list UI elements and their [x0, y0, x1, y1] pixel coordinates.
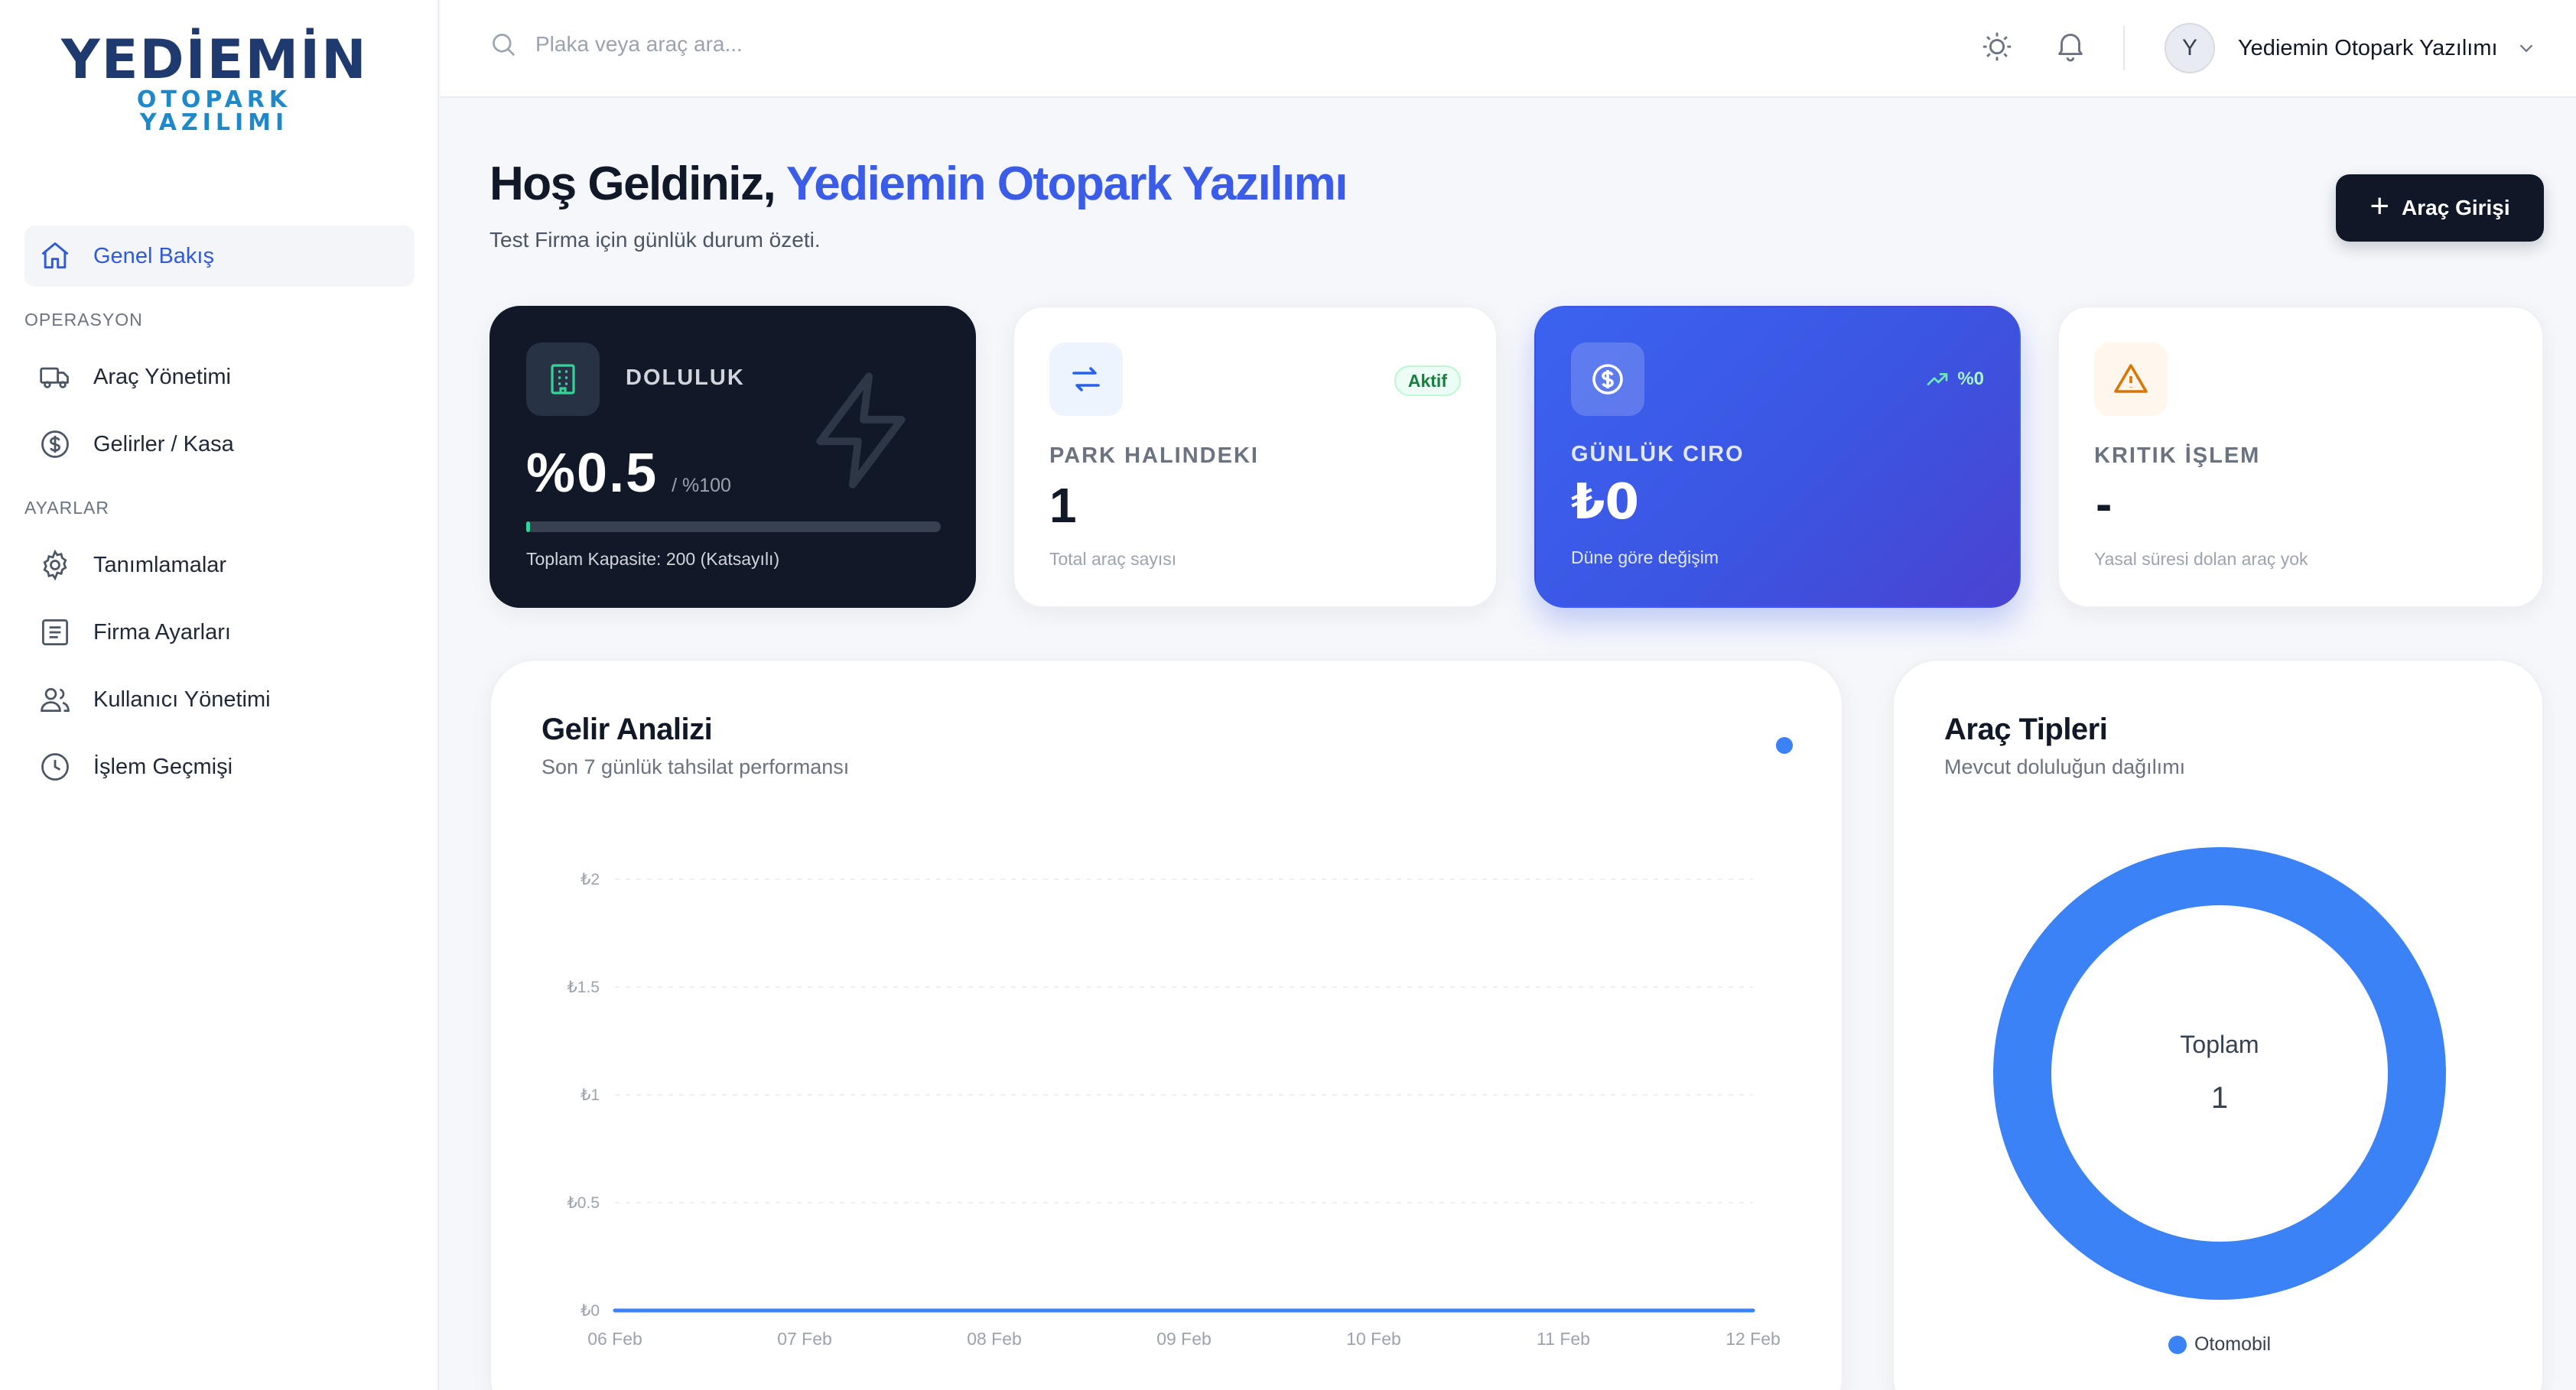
revenue-analysis-panel: Gelir Analizi Son 7 günlük tahsilat perf…: [490, 659, 1843, 1390]
parked-note: Total araç sayısı: [1049, 549, 1177, 569]
warning-icon: [2094, 343, 2168, 416]
brand-logo-sub: OTOPARK YAZILIMI: [136, 86, 292, 136]
search-icon: [493, 34, 516, 57]
occupancy-value: %0.5/ %100: [526, 443, 731, 504]
sidebar-item-genel-bakis[interactable]: Genel Bakış: [24, 226, 415, 287]
search-input[interactable]: [535, 32, 1147, 57]
welcome-section: Hoş Geldiniz, Yediemin Otopark Yazılımı …: [490, 157, 1348, 252]
critical-note: Yasal süresi dolan araç yok: [2094, 549, 2308, 569]
y-tick-label: ₺1.5: [567, 979, 600, 996]
x-tick-label: 11 Feb: [1537, 1329, 1590, 1349]
sidebar-item-label: Firma Ayarları: [93, 619, 231, 645]
user-menu[interactable]: Y Yediemin Otopark Yazılımı: [2165, 23, 2538, 73]
x-tick-label: 09 Feb: [1156, 1329, 1212, 1349]
revenue-note: Düne göre değişim: [1571, 547, 1719, 567]
donut-slice[interactable]: [1993, 847, 2446, 1300]
building-icon: [526, 343, 600, 416]
trend-up-icon: [1927, 373, 1948, 385]
chevron-down-icon: [2519, 44, 2532, 53]
critical-label: KRITIK İŞLEM: [2094, 443, 2261, 468]
sidebar-item-label: Araç Yönetimi: [93, 364, 231, 389]
sidebar-item-label: Kullanıcı Yönetimi: [93, 687, 271, 712]
avatar: Y: [2165, 23, 2215, 73]
y-tick-label: ₺2: [580, 871, 600, 888]
sidebar: YEDİEMİN OTOPARK YAZILIMI Genel Bakış OP…: [0, 0, 439, 1390]
sidebar-item-kullanici-yonetimi[interactable]: Kullanıcı Yönetimi: [24, 669, 415, 730]
dollar-circle-icon: [38, 427, 72, 461]
parked-label: PARK HALINDEKI: [1049, 443, 1259, 468]
critical-card: KRITIK İŞLEM - Yasal süresi dolan araç y…: [2057, 306, 2544, 608]
parked-card: Aktif PARK HALINDEKI 1 Total araç sayısı: [1013, 306, 1498, 608]
legend-label: Otomobil: [2194, 1333, 2272, 1355]
page-subtitle: Test Firma için günlük durum özeti.: [490, 228, 821, 252]
section-title-operasyon: OPERASYON: [24, 310, 143, 330]
donut-center-value: 1: [2210, 1081, 2229, 1115]
vehicle-types-panel: Araç Tipleri Mevcut doluluğun dağılımı T…: [1892, 659, 2544, 1390]
search-bar[interactable]: [488, 29, 1176, 60]
page-title: Hoş Geldiniz, Yediemin Otopark Yazılımı: [490, 157, 1348, 211]
brand-logo[interactable]: YEDİEMİN OTOPARK YAZILIMI: [61, 28, 368, 135]
revenue-change-value: %0: [1957, 369, 1984, 389]
lightning-icon: [816, 372, 906, 489]
home-icon: [38, 239, 72, 273]
sidebar-nav: Genel Bakış OPERASYON Araç Yönetimi Geli…: [24, 226, 415, 804]
legend-item[interactable]: Otomobil: [2168, 1333, 2271, 1356]
occupancy-card: DOLULUK %0.5/ %100 Toplam Kapasite: 200 …: [490, 306, 976, 608]
revenue-change: %0: [1925, 367, 1984, 391]
sidebar-item-label: İşlem Geçmişi: [93, 754, 233, 779]
donut-legend: Otomobil: [1894, 1333, 2545, 1356]
occupancy-progress-fill: [526, 521, 530, 532]
occupancy-progress-track: [526, 521, 941, 532]
truck-icon: [38, 360, 72, 394]
occupancy-label: DOLULUK: [626, 365, 745, 390]
y-tick-label: ₺1: [580, 1086, 600, 1104]
y-tick-label: ₺0: [580, 1302, 600, 1320]
critical-value: -: [2096, 476, 2113, 531]
revenue-label: GÜNLÜK CIRO: [1571, 442, 1745, 466]
revenue-card: %0 GÜNLÜK CIRO ₺0 Düne göre değişim: [1534, 306, 2021, 608]
vehicle-entry-label: Araç Girişi: [2402, 196, 2510, 219]
document-icon: [38, 615, 72, 649]
top-header: Y Yediemin Otopark Yazılımı: [441, 0, 2576, 98]
x-tick-label: 10 Feb: [1346, 1329, 1401, 1349]
greeting-name: Yediemin Otopark Yazılımı: [785, 158, 1348, 210]
bell-icon[interactable]: [2053, 28, 2088, 63]
vehicle-types-donut: [1993, 847, 2446, 1300]
sidebar-item-tanimlamalar[interactable]: Tanımlamalar: [24, 534, 415, 596]
revenue-value: ₺0: [1571, 474, 1640, 531]
x-tick-label: 07 Feb: [777, 1329, 832, 1349]
x-tick-label: 06 Feb: [587, 1329, 642, 1349]
sidebar-item-label: Gelirler / Kasa: [93, 431, 234, 456]
x-tick-label: 12 Feb: [1725, 1329, 1781, 1349]
sidebar-item-islem-gecmisi[interactable]: İşlem Geçmişi: [24, 736, 415, 797]
x-tick-label: 08 Feb: [967, 1329, 1022, 1349]
sun-icon[interactable]: [1979, 29, 2015, 64]
occupancy-note: Toplam Kapasite: 200 (Katsayılı): [526, 549, 780, 569]
users-icon: [38, 683, 72, 716]
sidebar-item-gelirler-kasa[interactable]: Gelirler / Kasa: [24, 414, 415, 475]
sidebar-item-label: Genel Bakış: [93, 243, 214, 268]
legend-dot: [2168, 1335, 2187, 1354]
revenue-line-chart: [613, 878, 1755, 1313]
status-badge: Aktif: [1394, 365, 1461, 396]
clock-icon: [38, 750, 72, 784]
user-name: Yediemin Otopark Yazılımı: [2238, 35, 2498, 60]
swap-arrows-icon: [1049, 343, 1123, 416]
parked-value: 1: [1049, 478, 1077, 533]
brand-logo-main: YEDİEMİN: [61, 28, 368, 91]
sidebar-item-firma-ayarlari[interactable]: Firma Ayarları: [24, 602, 415, 663]
greeting: Hoş Geldiniz,: [490, 158, 776, 210]
sidebar-item-label: Tanımlamalar: [93, 552, 227, 577]
plus-icon: +: [2369, 187, 2390, 225]
donut-center-label: Toplam: [2180, 1031, 2259, 1058]
section-title-ayarlar: AYARLAR: [24, 498, 109, 518]
header-divider: [2123, 26, 2125, 70]
dollar-icon: [1571, 343, 1644, 416]
y-tick-label: ₺0.5: [567, 1194, 600, 1212]
sidebar-item-arac-yonetimi[interactable]: Araç Yönetimi: [24, 346, 415, 408]
gear-icon: [38, 548, 72, 582]
occupancy-suffix: / %100: [672, 475, 731, 496]
vehicle-entry-button[interactable]: + Araç Girişi: [2336, 174, 2544, 242]
